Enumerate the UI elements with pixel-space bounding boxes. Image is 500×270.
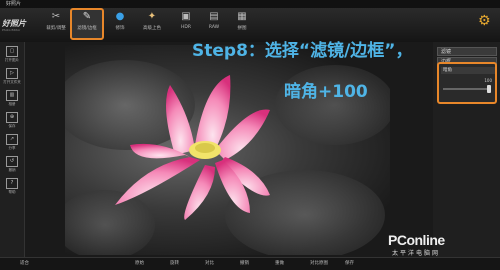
sidebar-item-share[interactable]: ↗ 分享	[3, 134, 21, 152]
sidebar-item-help[interactable]: ? 帮助	[3, 178, 21, 196]
collage-icon: ▦	[237, 11, 247, 22]
sidebar-item-album[interactable]: ▥ 相册	[3, 90, 21, 108]
sidebar-item-open-folder[interactable]: ▷ 打开文件夹	[3, 68, 21, 86]
undo-icon: ↺	[6, 156, 18, 167]
annotation-line-2: 暗角+100	[284, 82, 368, 102]
folder-icon: ▢	[6, 46, 18, 57]
drop-icon: ●	[115, 11, 125, 22]
brush-icon: ✎	[82, 11, 92, 22]
fit-button[interactable]: 适合	[20, 260, 29, 266]
bottom-bar: 适合 原始 旋转 对比 撤销 重做 对比原图 保存	[0, 257, 500, 270]
watermark-logo: PConline	[388, 232, 445, 248]
compare-button[interactable]: 对比	[205, 260, 214, 266]
sidebar-item-label: 打开图片	[5, 58, 19, 62]
wand-icon: ✦	[147, 11, 157, 22]
original-size-button[interactable]: 原始	[135, 260, 144, 266]
tool-retouch[interactable]: ● 修饰	[104, 10, 136, 40]
share-icon: ↗	[6, 134, 18, 145]
save-button[interactable]: 保存	[345, 260, 354, 266]
sidebar-item-label: 分享	[8, 146, 16, 150]
vignette-slider[interactable]	[443, 85, 491, 93]
vignette-value: 100	[484, 78, 492, 83]
save-icon: ⊕	[6, 112, 18, 123]
vignette-slider-knob[interactable]	[487, 85, 491, 93]
help-icon: ?	[6, 178, 18, 189]
sidebar-item-label: 相册	[8, 102, 16, 106]
vignette-control: 暗角 100	[437, 62, 497, 104]
hdr-icon: ▣	[181, 11, 191, 22]
watermark-subtitle: 太平洋电脑网	[392, 250, 441, 257]
redo-button[interactable]: 重做	[275, 260, 284, 266]
settings-gear-icon[interactable]: ⚙	[478, 13, 491, 29]
open-folder-icon: ▷	[6, 68, 18, 79]
app-logo-subtitle: Photo Editor	[2, 28, 21, 32]
sidebar-item-open-image[interactable]: ▢ 打开图片	[3, 46, 21, 64]
raw-icon: ▤	[209, 11, 219, 22]
vignette-label: 暗角	[441, 67, 495, 74]
window-title: 好照片	[6, 1, 22, 7]
album-icon: ▥	[6, 90, 18, 101]
crop-icon: ✂	[51, 11, 61, 22]
compare-original-button[interactable]: 对比原图	[310, 260, 328, 266]
sidebar-item-label: 打开文件夹	[3, 80, 21, 84]
sidebar-item-label: 帮助	[8, 190, 16, 194]
sidebar-item-save[interactable]: ⊕ 保存	[3, 112, 21, 130]
title-bar	[0, 0, 500, 8]
tool-crop-adjust[interactable]: ✂ 裁剪/调整	[40, 10, 72, 40]
tool-label: 滤镜/边框	[77, 26, 97, 31]
sidebar-item-undo[interactable]: ↺ 撤销	[3, 156, 21, 174]
left-sidebar: ▢ 打开图片 ▷ 打开文件夹 ▥ 相册 ⊕ 保存 ↗ 分享 ↺ 撤销 ? 帮助	[0, 42, 25, 257]
sidebar-item-label: 撤销	[8, 168, 16, 172]
rotate-button[interactable]: 旋转	[170, 260, 179, 266]
tool-colorize[interactable]: ✦ 高级上色	[136, 10, 168, 40]
logo: 好照片 Photo Editor	[2, 8, 40, 38]
filter-tab[interactable]: 滤镜	[437, 47, 497, 56]
annotation-line-1: Step8：选择“滤镜/边框”，	[192, 41, 413, 61]
undo-button[interactable]: 撤销	[240, 260, 249, 266]
tool-label: 拼图	[237, 26, 247, 31]
tool-label: 高级上色	[143, 26, 161, 31]
tool-label: 裁剪/调整	[46, 26, 66, 31]
tool-label: 修饰	[115, 26, 125, 31]
sidebar-item-label: 保存	[8, 124, 16, 128]
tool-filter-border[interactable]: ✎ 滤镜/边框	[70, 8, 104, 40]
